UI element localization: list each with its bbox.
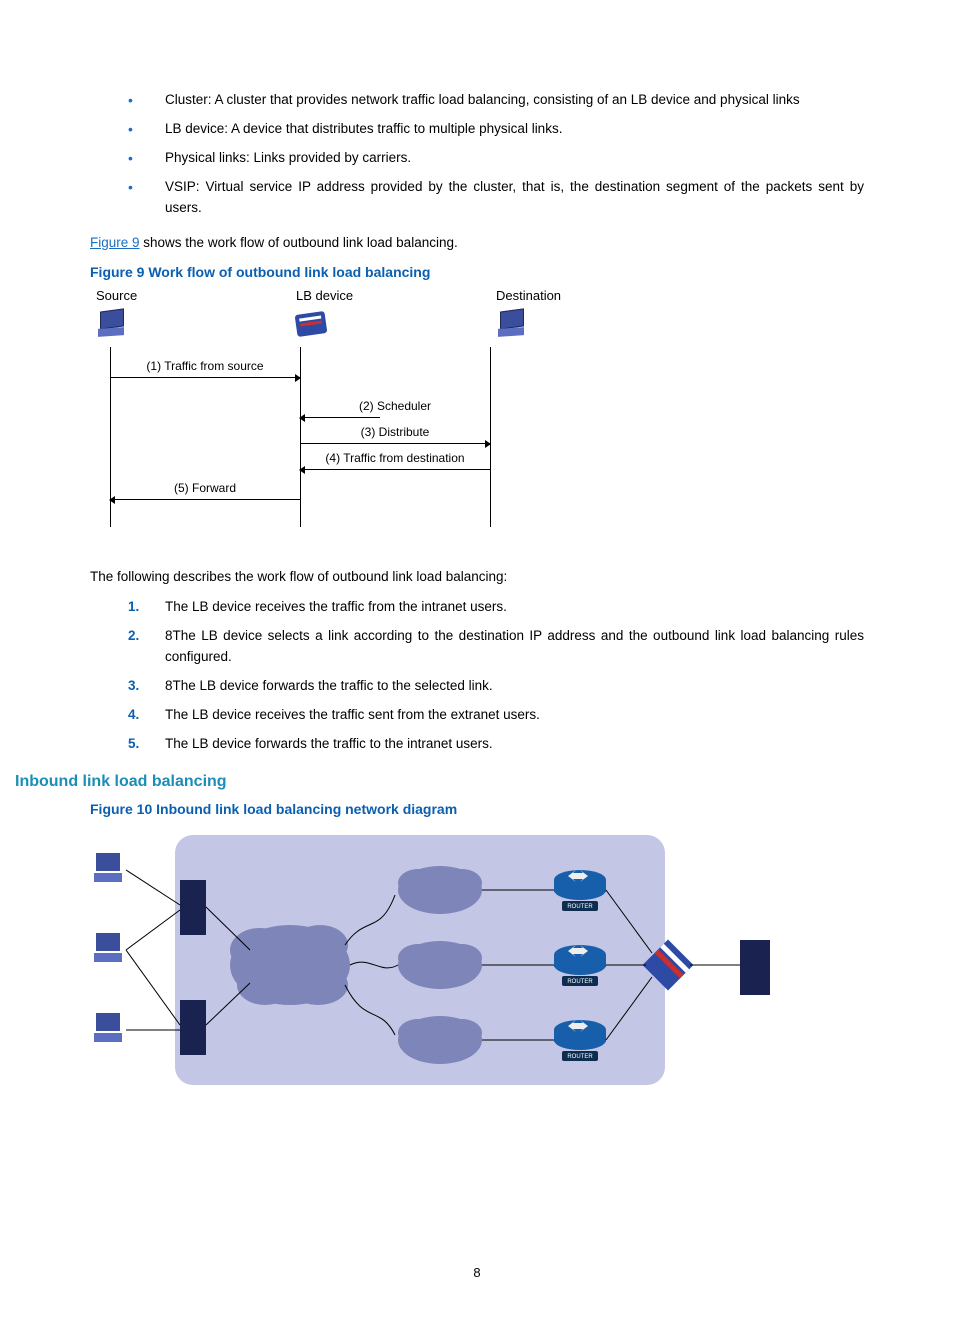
arrow-5 [110, 499, 300, 500]
msg-1: (1) Traffic from source [110, 359, 300, 373]
step-1: The LB device receives the traffic from … [120, 597, 864, 618]
source-pc-icon [96, 310, 128, 338]
lifeline-dest [490, 347, 491, 527]
step-3: 8The LB device forwards the traffic to t… [120, 676, 864, 697]
arrow-4 [300, 469, 490, 470]
server-1-icon [180, 880, 206, 935]
msg-2: (2) Scheduler [300, 399, 490, 413]
workflow-intro: The following describes the work flow of… [90, 567, 864, 588]
carrier-cloud-3-icon [398, 1016, 482, 1064]
intro-paragraph: Figure 9 shows the work flow of outbound… [90, 233, 864, 254]
svg-text:ROUTER: ROUTER [567, 979, 593, 985]
fig9-col-destination: Destination [496, 288, 696, 303]
client-pc-1-icon [94, 853, 122, 882]
msg-4: (4) Traffic from destination [300, 451, 490, 465]
intro-rest: shows the work flow of outbound link loa… [140, 235, 458, 250]
figure-9-caption: Figure 9 Work flow of outbound link load… [90, 264, 864, 280]
internal-cloud-icon [230, 925, 350, 1005]
fig9-col-source: Source [90, 288, 296, 303]
figure-10: ROUTER ROUTER ROUTER ROUTER [90, 825, 790, 1100]
svg-text:ROUTER: ROUTER [567, 1054, 593, 1060]
external-server-icon [740, 940, 770, 995]
figure-9: Source LB device Destination (1) Traffic… [90, 288, 864, 537]
carrier-cloud-1-icon [398, 866, 482, 914]
arrow-3 [300, 443, 490, 444]
svg-text:ROUTER: ROUTER [567, 904, 593, 910]
step-4: The LB device receives the traffic sent … [120, 705, 864, 726]
arrow-1 [110, 377, 300, 378]
bullet-lb-device: LB device: A device that distributes tra… [120, 119, 864, 140]
step-5: The LB device forwards the traffic to th… [120, 734, 864, 755]
figure-10-caption: Figure 10 Inbound link load balancing ne… [90, 801, 864, 817]
bullet-cluster: Cluster: A cluster that provides network… [120, 90, 864, 111]
arrow-2 [300, 417, 380, 418]
figure-9-link[interactable]: Figure 9 [90, 235, 140, 250]
page-number: 8 [0, 1265, 954, 1280]
client-pc-2-icon [94, 933, 122, 962]
bullet-vsip: VSIP: Virtual service IP address provide… [120, 177, 864, 219]
definition-list: Cluster: A cluster that provides network… [90, 90, 864, 219]
step-2: 8The LB device selects a link according … [120, 626, 864, 668]
destination-pc-icon [496, 310, 528, 338]
lb-device-icon [295, 311, 328, 337]
workflow-steps: The LB device receives the traffic from … [90, 597, 864, 755]
client-pc-3-icon [94, 1013, 122, 1042]
server-2-icon [180, 1000, 206, 1055]
carrier-cloud-2-icon [398, 941, 482, 989]
msg-5: (5) Forward [110, 481, 300, 495]
section-inbound-heading: Inbound link load balancing [15, 773, 864, 791]
fig9-col-lbdevice: LB device [296, 288, 496, 303]
msg-3: (3) Distribute [300, 425, 490, 439]
bullet-physical-links: Physical links: Links provided by carrie… [120, 148, 864, 169]
